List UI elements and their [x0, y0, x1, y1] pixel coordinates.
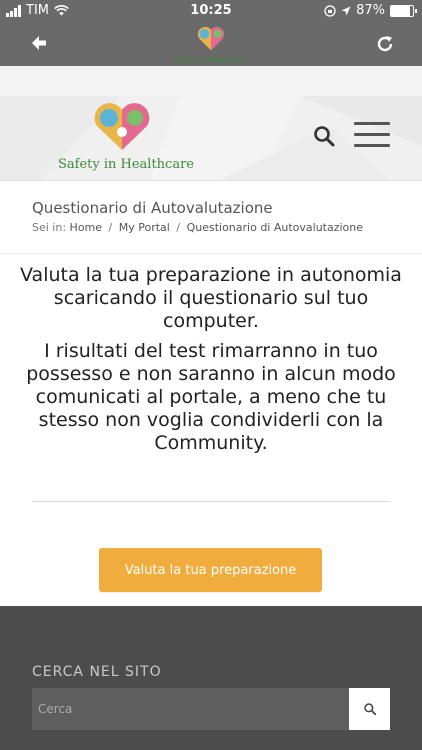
- location-icon: [341, 6, 351, 15]
- breadcrumb-label: Sei in:: [32, 221, 67, 234]
- puzzle-heart-logo-icon: [94, 103, 150, 150]
- page-title: Questionario di Autovalutazione: [32, 199, 273, 217]
- content-divider: [32, 501, 390, 502]
- page-top-spacer: [0, 66, 422, 97]
- site-logo-text: Safety in Healthcare: [58, 157, 194, 172]
- site-search-button[interactable]: [349, 688, 390, 730]
- app-logo: Safety in Healthcare: [171, 22, 251, 66]
- breadcrumb-current: Questionario di Autovalutazione: [186, 221, 364, 234]
- breadcrumb-separator: /: [176, 221, 181, 234]
- intro-paragraph: Valuta la tua preparazione in autonomia …: [20, 264, 402, 332]
- rotation-lock-icon: [324, 4, 336, 17]
- site-logo[interactable]: Safety in Healthcare: [58, 102, 194, 174]
- menu-icon[interactable]: [354, 122, 390, 148]
- breadcrumb: Sei in: Home / My Portal / Questionario …: [32, 221, 363, 234]
- search-icon: [363, 703, 376, 716]
- battery-icon: [390, 4, 417, 17]
- footer: CERCA NEL SITO: [0, 606, 422, 750]
- privacy-paragraph: I risultati del test rimarranno in tuo p…: [26, 340, 396, 454]
- status-right: 87%: [324, 3, 417, 18]
- site-search-input[interactable]: [32, 688, 349, 730]
- battery-percent: 87%: [356, 3, 385, 18]
- puzzle-heart-icon: [197, 26, 225, 51]
- search-icon[interactable]: [312, 124, 336, 148]
- assess-button[interactable]: Valuta la tua preparazione: [99, 548, 322, 592]
- app-logo-text: Safety in Healthcare: [174, 56, 248, 64]
- status-bar: TIM 10:25 87%: [0, 0, 422, 22]
- breadcrumb-my-portal[interactable]: My Portal: [119, 221, 170, 234]
- back-arrow-icon[interactable]: [28, 32, 50, 54]
- footer-search-heading: CERCA NEL SITO: [32, 664, 162, 680]
- breadcrumb-home[interactable]: Home: [70, 221, 102, 234]
- breadcrumb-separator: /: [108, 221, 113, 234]
- main-content: Valuta la tua preparazione in autonomia …: [0, 254, 422, 606]
- title-bar: Questionario di Autovalutazione Sei in: …: [0, 181, 422, 254]
- site-header: Safety in Healthcare: [0, 96, 422, 181]
- refresh-icon[interactable]: [374, 33, 396, 55]
- battery-fill: [391, 5, 411, 16]
- app-bar: Safety in Healthcare: [0, 22, 422, 66]
